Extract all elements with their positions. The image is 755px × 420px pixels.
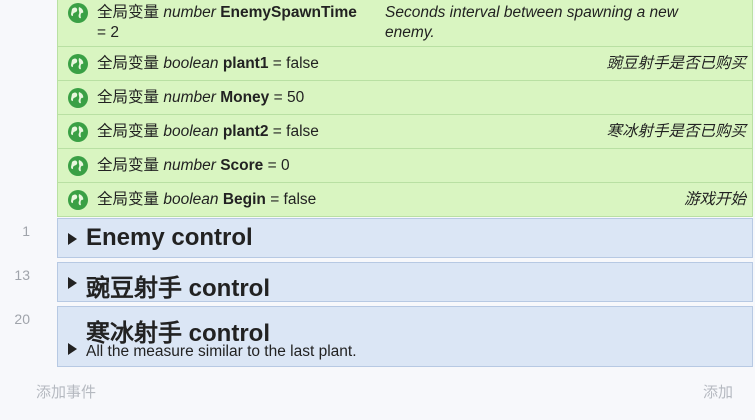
event-group-enemy-control[interactable]: Enemy control	[57, 218, 753, 258]
line-number: 20	[14, 311, 30, 327]
variable-declaration: 全局变量 number EnemySpawnTime = 2	[97, 3, 379, 43]
variable-declaration: 全局变量 boolean plant2 = false	[97, 122, 319, 142]
global-variables-list: 全局变量 number EnemySpawnTime = 2 Seconds i…	[57, 0, 753, 217]
variable-value: = false	[270, 190, 317, 208]
variable-type: boolean	[163, 122, 219, 140]
globe-icon	[68, 87, 88, 108]
globe-icon	[68, 53, 88, 74]
variable-value: = 0	[267, 156, 290, 174]
variable-value: = 2	[97, 24, 119, 41]
expand-arrow-icon[interactable]	[68, 233, 77, 245]
variable-name: plant1	[222, 54, 269, 72]
variable-value: = false	[272, 122, 319, 140]
variable-prefix: 全局变量	[97, 54, 160, 72]
variable-comment: 游戏开始	[683, 190, 746, 208]
variable-declaration: 全局变量 number Money = 50	[97, 88, 304, 108]
line-number: 1	[22, 223, 30, 239]
group-title: Enemy control	[86, 224, 253, 251]
variable-type: number	[163, 4, 216, 21]
event-group-snow-pea-control[interactable]: 寒冰射手 control All the measure similar to …	[57, 306, 753, 367]
variable-declaration: 全局变量 boolean Begin = false	[97, 190, 316, 210]
variable-prefix: 全局变量	[97, 88, 160, 106]
globe-icon	[68, 121, 88, 142]
add-event-link[interactable]: 添加事件	[36, 381, 96, 402]
variable-prefix: 全局变量	[97, 122, 160, 140]
global-variable-row[interactable]: 全局变量 boolean Begin = false 游戏开始	[57, 183, 753, 217]
add-link[interactable]: 添加	[703, 381, 733, 402]
global-variable-row[interactable]: 全局变量 boolean plant2 = false 寒冰射手是否已购买	[57, 115, 753, 149]
variable-prefix: 全局变量	[97, 4, 160, 21]
variable-type: number	[163, 88, 216, 106]
variable-name: Begin	[222, 190, 266, 208]
global-variable-row[interactable]: 全局变量 number Money = 50	[57, 81, 753, 115]
global-variable-row[interactable]: 全局变量 boolean plant1 = false 豌豆射手是否已购买	[57, 47, 753, 81]
globe-icon	[68, 189, 88, 210]
event-group-pea-shooter-control[interactable]: 豌豆射手 control	[57, 262, 753, 302]
variable-value: = false	[272, 54, 319, 72]
expand-arrow-icon[interactable]	[68, 277, 77, 289]
variable-name: EnemySpawnTime	[220, 4, 357, 21]
variable-prefix: 全局变量	[97, 190, 160, 208]
line-number: 13	[14, 267, 30, 283]
variable-type: number	[163, 156, 216, 174]
globe-icon	[68, 155, 88, 176]
variable-declaration: 全局变量 boolean plant1 = false	[97, 54, 319, 74]
group-description: All the measure similar to the last plan…	[86, 343, 357, 360]
globe-icon	[68, 3, 88, 23]
variable-name: plant2	[222, 122, 269, 140]
variable-comment: Seconds interval between spawning a new …	[385, 4, 678, 41]
variable-declaration: 全局变量 number Score = 0	[97, 156, 290, 176]
global-variable-row[interactable]: 全局变量 number EnemySpawnTime = 2 Seconds i…	[57, 0, 753, 47]
variable-comment: 豌豆射手是否已购买	[606, 54, 746, 72]
expand-arrow-icon[interactable]	[68, 343, 77, 355]
variable-comment: 寒冰射手是否已购买	[606, 122, 746, 140]
global-variable-row[interactable]: 全局变量 number Score = 0	[57, 149, 753, 183]
group-title: 豌豆射手 control	[86, 275, 270, 302]
variable-name: Score	[220, 156, 264, 174]
variable-value: = 50	[273, 88, 305, 106]
variable-prefix: 全局变量	[97, 156, 160, 174]
variable-type: boolean	[163, 54, 219, 72]
variable-type: boolean	[163, 190, 219, 208]
variable-name: Money	[220, 88, 270, 106]
